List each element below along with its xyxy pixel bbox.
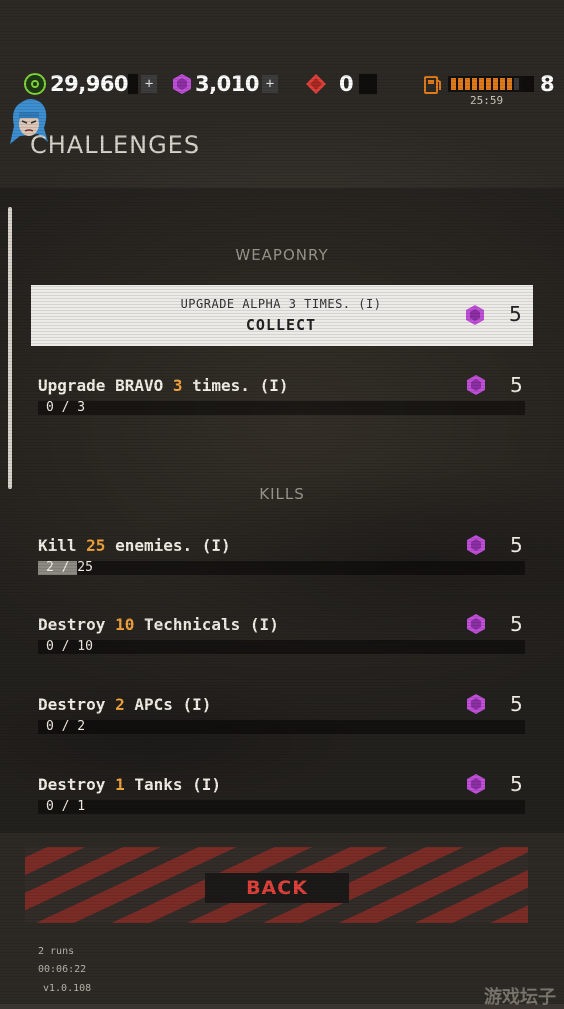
progress-text: 2 / 25 — [46, 560, 93, 575]
red-gems-counter: 0 — [305, 70, 378, 98]
page-title: CHALLENGES — [30, 131, 201, 159]
back-button[interactable]: BACK — [205, 873, 349, 903]
progress-bar: 0 / 10 — [38, 639, 525, 654]
add-coins-button[interactable]: + — [141, 75, 158, 93]
gem-icon — [173, 74, 191, 94]
gem-icon — [467, 694, 485, 714]
challenge-title: Destroy 10 Technicals (I) — [38, 615, 279, 634]
progress-text: 0 / 1 — [46, 799, 86, 814]
challenge-kill-enemies: Kill 25 enemies. (I) 2 / 25 5 — [38, 533, 538, 586]
red-diamond-icon — [306, 74, 326, 94]
fuel-count: 8 — [540, 72, 555, 96]
collect-challenge-button[interactable]: UPGRADE ALPHA 3 TIMES. (I) COLLECT 5 — [31, 285, 533, 346]
fuel-segment — [493, 78, 498, 90]
fuel-segment — [514, 78, 519, 90]
progress-text: 0 / 10 — [46, 639, 93, 654]
reward-amount: 5 — [509, 302, 522, 326]
challenge-upgrade-bravo: Upgrade BRAVO 3 times. (I) 0 / 3 5 — [38, 373, 538, 426]
section-kills: KILLS — [259, 485, 305, 503]
runs-count: 2 runs — [38, 946, 75, 957]
progress-bar: 0 / 3 — [38, 400, 525, 415]
progress-text: 0 / 3 — [46, 400, 86, 415]
challenge-destroy-apcs: Destroy 2 APCs (I) 0 / 2 5 — [38, 692, 538, 745]
red-gems-value: 0 — [339, 72, 354, 96]
fuel-segment — [465, 78, 470, 90]
reward-amount: 5 — [510, 612, 523, 636]
gems-value: 3,010 — [195, 72, 259, 96]
fuel-segment — [458, 78, 463, 90]
version-label: v1.0.108 — [43, 983, 92, 994]
fuel-segment — [472, 78, 477, 90]
coins-value: 29,960 — [50, 72, 129, 96]
coins-counter: 29,960 + — [24, 70, 158, 98]
reward-amount: 5 — [510, 373, 523, 397]
challenge-destroy-technicals: Destroy 10 Technicals (I) 0 / 10 5 — [38, 612, 538, 665]
section-weaponry: WEAPONRY — [235, 246, 329, 264]
fuel-can-icon — [424, 76, 441, 94]
collect-challenge-description: UPGRADE ALPHA 3 TIMES. (I) — [180, 297, 382, 311]
fuel-segment — [479, 78, 484, 90]
progress-text: 0 / 2 — [46, 719, 86, 734]
fuel-segment — [507, 78, 512, 90]
reward-amount: 5 — [510, 533, 523, 557]
gem-icon — [467, 535, 485, 555]
collect-label: COLLECT — [245, 316, 317, 334]
fuel-gauge — [448, 76, 522, 92]
fuel-segment — [500, 78, 505, 90]
challenge-destroy-tanks: Destroy 1 Tanks (I) 0 / 1 5 — [38, 772, 538, 825]
gem-icon — [466, 305, 484, 325]
challenge-title: Kill 25 enemies. (I) — [38, 536, 231, 555]
coin-icon — [24, 73, 46, 95]
watermark: 游戏坛子 — [484, 987, 556, 1008]
progress-bar: 2 / 25 — [38, 560, 525, 575]
challenge-title: Destroy 2 APCs (I) — [38, 695, 212, 714]
gem-icon — [467, 614, 485, 634]
gem-icon — [467, 774, 485, 794]
challenge-title: Destroy 1 Tanks (I) — [38, 775, 222, 794]
reward-amount: 5 — [510, 772, 523, 796]
challenge-title: Upgrade BRAVO 3 times. (I) — [38, 376, 289, 395]
progress-bar: 0 / 1 — [38, 799, 525, 814]
fuel-segment — [451, 78, 456, 90]
add-gems-button[interactable]: + — [261, 75, 278, 93]
play-time: 00:06:22 — [38, 964, 87, 975]
gems-counter: 3,010 + — [172, 70, 278, 98]
fuel-refill-timer: 25:59 — [470, 94, 504, 107]
fuel-segment — [486, 78, 491, 90]
progress-bar: 0 / 2 — [38, 719, 525, 734]
gem-icon — [467, 375, 485, 395]
reward-amount: 5 — [510, 692, 523, 716]
